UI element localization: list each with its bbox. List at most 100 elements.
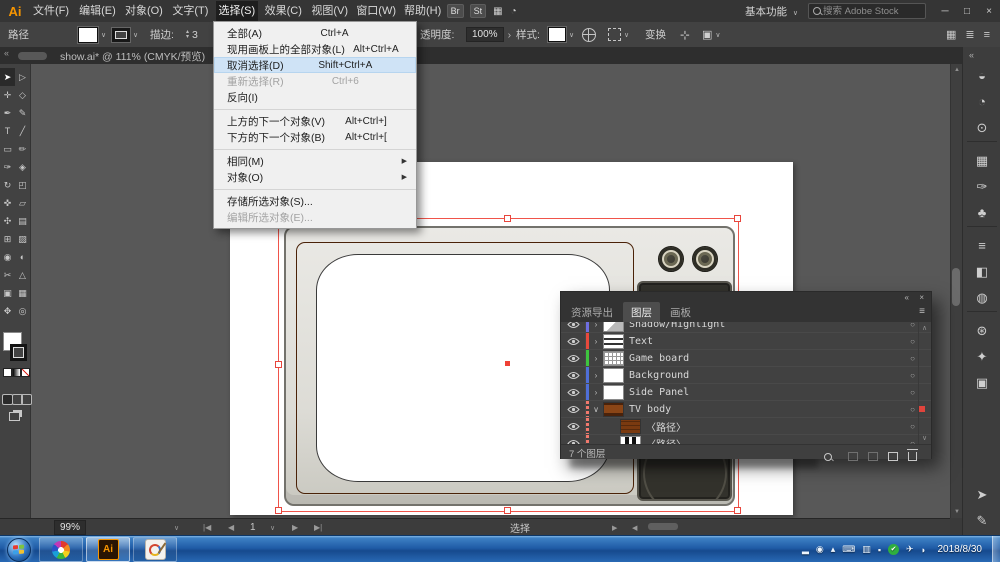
transform-link[interactable]: 变换	[645, 22, 666, 47]
gradient-panel-icon[interactable]: ◧	[963, 259, 1000, 285]
menu-item[interactable]	[214, 145, 416, 150]
dock-separator[interactable]	[967, 311, 997, 318]
stepper-down-icon[interactable]: ▾	[186, 35, 189, 40]
menu-item[interactable]: 现用画板上的全部对象(L) Alt+Ctrl+A	[214, 41, 416, 57]
scroll-up-icon[interactable]: ▲	[954, 67, 960, 73]
gpu-performance-icon[interactable]: ◔	[511, 6, 517, 17]
width-tool[interactable]: ✜	[0, 194, 15, 212]
layer-thumbnail[interactable]	[603, 368, 624, 383]
artboard-tool[interactable]: ▣	[0, 284, 15, 302]
hscroll-right-icon[interactable]: ▶	[612, 519, 617, 536]
stroke-panel-icon[interactable]: ≡	[963, 233, 1000, 259]
scroll-down-icon[interactable]: ▼	[954, 509, 960, 515]
artboard-dropdown-icon[interactable]: ∨	[270, 519, 275, 536]
panel-menu-icon[interactable]: ≡	[919, 306, 925, 317]
panel-tab[interactable]: 画板	[662, 302, 699, 322]
layer-name[interactable]: Game board	[629, 353, 910, 364]
menu-item[interactable]: 相同(M) ▶	[214, 153, 416, 169]
tray-ime-icon[interactable]: ⌨	[842, 544, 855, 555]
target-circle-icon[interactable]: ○	[910, 337, 915, 346]
tray-app3-icon[interactable]: ▪	[878, 545, 881, 555]
locate-object-icon[interactable]	[824, 448, 832, 466]
menubar-item[interactable]: 帮助(H)	[402, 1, 444, 21]
horizontal-scroll-thumb[interactable]	[648, 523, 678, 530]
print-tiling-tool[interactable]: ▦	[15, 284, 30, 302]
none-button[interactable]	[21, 368, 30, 377]
prev-artboard-button[interactable]: ◀	[228, 519, 234, 536]
color-guide-icon[interactable]: ◔	[963, 89, 1000, 115]
fill-color-swatch[interactable]	[78, 27, 98, 43]
panel-scroll-column[interactable]: ∧ ∨	[918, 322, 931, 444]
menu-item[interactable]	[214, 185, 416, 190]
chevron-down-icon[interactable]: ∨	[133, 31, 138, 39]
start-button[interactable]	[7, 538, 31, 562]
panel-collapse-icon[interactable]: «	[905, 292, 909, 303]
search-input[interactable]	[821, 5, 911, 18]
color-panel-icon[interactable]: ◒	[963, 63, 1000, 89]
chevron-down-icon[interactable]: ∨	[101, 31, 106, 39]
layer-row[interactable]: 〈路径〉 ○	[561, 418, 931, 435]
recolor-artwork-icon[interactable]: ⊙	[963, 115, 1000, 141]
zoom-level[interactable]: 99%	[54, 520, 86, 535]
dock-separator[interactable]	[967, 226, 997, 233]
rotate-tool[interactable]: ↻	[0, 176, 15, 194]
show-desktop-button[interactable]	[992, 536, 1000, 562]
shaper-tool[interactable]: ◈	[15, 158, 30, 176]
tray-app4-icon[interactable]: ✈	[906, 544, 914, 555]
visibility-eye-icon[interactable]	[561, 350, 586, 366]
panel-tab[interactable]: 图层	[623, 302, 660, 322]
layer-row[interactable]: › Text ○	[561, 333, 931, 350]
panel-tab[interactable]: 资源导出	[563, 302, 621, 322]
selection-handle-sw[interactable]	[275, 507, 282, 514]
target-circle-icon[interactable]: ○	[910, 322, 915, 329]
menubar-item[interactable]: 效果(C)	[262, 1, 304, 21]
cb-grid-icon[interactable]: ▦	[946, 28, 956, 41]
blend-tool[interactable]: ◐	[15, 248, 30, 266]
style-swatch[interactable]	[548, 27, 566, 42]
document-setup-icon[interactable]	[582, 28, 596, 42]
hand-tool[interactable]: ✥	[0, 302, 15, 320]
workspace-switcher[interactable]: 基本功能 ∨	[745, 4, 798, 19]
slice-tool[interactable]: ✂	[0, 266, 15, 284]
appearance-panel-icon[interactable]: ⊛	[963, 318, 1000, 344]
stroke-stepper[interactable]: ▴▾	[186, 30, 189, 40]
cb-menu-icon[interactable]: ≡	[984, 29, 990, 41]
visibility-eye-icon[interactable]	[561, 333, 586, 349]
color-button[interactable]	[3, 368, 12, 377]
expand-arrow-icon[interactable]: ∨	[589, 405, 603, 414]
expand-arrow-icon[interactable]: ›	[589, 354, 603, 363]
adobe-stock-search[interactable]	[808, 3, 926, 19]
layer-thumbnail[interactable]	[603, 402, 624, 417]
dock-expand-icon[interactable]: «	[969, 50, 974, 60]
menu-item[interactable]: 重新选择(R) Ctrl+6	[214, 73, 416, 89]
stroke-swatch[interactable]	[10, 344, 27, 361]
layer-thumbnail[interactable]	[603, 385, 624, 400]
selection-helper-icon[interactable]: ➤	[963, 482, 1000, 508]
pencil-tool[interactable]: ✑	[0, 158, 15, 176]
menubar-item[interactable]: 窗口(W)	[355, 1, 397, 21]
swatches-icon[interactable]: ▦	[963, 148, 1000, 174]
new-sublayer-icon[interactable]	[868, 448, 878, 466]
layer-name[interactable]: Shadow/Highlight	[629, 322, 910, 330]
new-layer-icon[interactable]	[888, 448, 898, 466]
menubar-item[interactable]: 文件(F)	[30, 1, 72, 21]
taskbar-date[interactable]: 2018/8/30	[938, 544, 983, 555]
tray-app2-icon[interactable]: ▥	[862, 544, 871, 555]
paintbrush-tool[interactable]: ✏	[15, 140, 30, 158]
stock-button[interactable]: St	[470, 4, 487, 18]
layer-thumbnail[interactable]	[620, 419, 641, 434]
zoom-dropdown-icon[interactable]: ∨	[174, 519, 179, 536]
layer-row[interactable]: › Shadow/Highlight ○	[561, 322, 931, 333]
graphic-styles-icon[interactable]: ✦	[963, 344, 1000, 370]
panel-close-icon[interactable]: ×	[919, 292, 924, 303]
menu-item[interactable]: 全部(A) Ctrl+A	[214, 25, 416, 41]
layer-name[interactable]: Background	[629, 370, 910, 381]
expand-arrow-icon[interactable]: ›	[589, 337, 603, 346]
scale-tool[interactable]: ◰	[15, 176, 30, 194]
menu-item[interactable]: 取消选择(D) Shift+Ctrl+A	[214, 57, 416, 73]
type-tool[interactable]: T	[0, 122, 15, 140]
menu-item[interactable]	[214, 105, 416, 110]
tray-app-icon[interactable]: ◉	[816, 544, 824, 555]
expand-arrow-icon[interactable]: ›	[589, 388, 603, 397]
layer-row[interactable]: › Background ○	[561, 367, 931, 384]
